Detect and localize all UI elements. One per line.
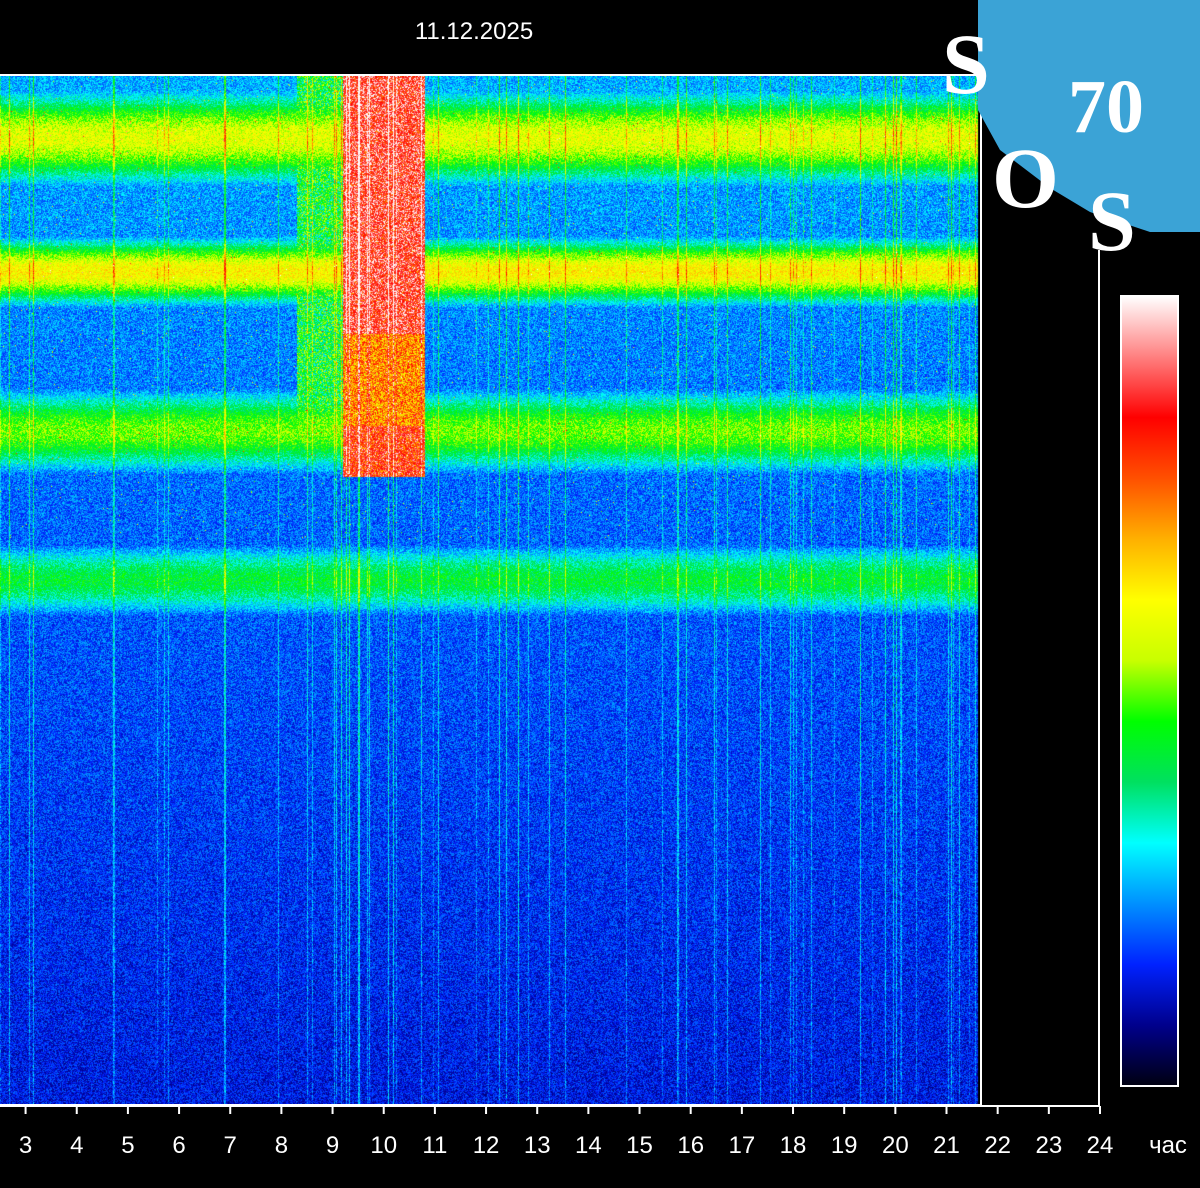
x-tick-label: 24 [1087,1132,1114,1159]
spectrogram-plot-area [0,76,980,1104]
x-tick-label: 17 [729,1132,756,1159]
x-tick-label: 20 [882,1132,909,1159]
x-tick-label: 21 [933,1132,960,1159]
x-axis-unit-label: час [1149,1132,1187,1159]
x-tick-label: 12 [473,1132,500,1159]
x-tick-label: 9 [326,1132,339,1159]
x-tick-label: 13 [524,1132,551,1159]
x-tick-label: 5 [121,1132,134,1159]
colorbar [1120,295,1179,1087]
spectrogram-chart: 11.12.2025 3 4 5 6 7 8 9 10 11 12 13 14 15 16 17 18 19 20… [0,0,1200,1188]
x-tick-label: 7 [224,1132,237,1159]
x-tick-label: 6 [172,1132,185,1159]
logo-letter-o: O [992,130,1059,226]
x-tick-label: 18 [780,1132,807,1159]
x-tick-label: 3 [19,1132,32,1159]
colorbar-gradient [1121,296,1178,1086]
x-tick-label: 10 [370,1132,397,1159]
spectrogram-image [0,76,980,1104]
chart-date-title: 11.12.2025 [415,18,533,45]
x-tick-label: 14 [575,1132,602,1159]
logo-letter-s1: S [942,16,990,112]
x-tick-label: 8 [275,1132,288,1159]
logo-number-70: 70 [1068,65,1144,149]
x-tick-label: 16 [677,1132,704,1159]
x-tick-label: 22 [984,1132,1011,1159]
x-tick-label: 19 [831,1132,858,1159]
x-tick-label: 15 [626,1132,653,1159]
x-tick-label: 4 [70,1132,83,1159]
logo-letter-s2: S [1088,173,1136,269]
x-tick-label: 23 [1035,1132,1062,1159]
x-tick-label: 11 [422,1132,447,1159]
